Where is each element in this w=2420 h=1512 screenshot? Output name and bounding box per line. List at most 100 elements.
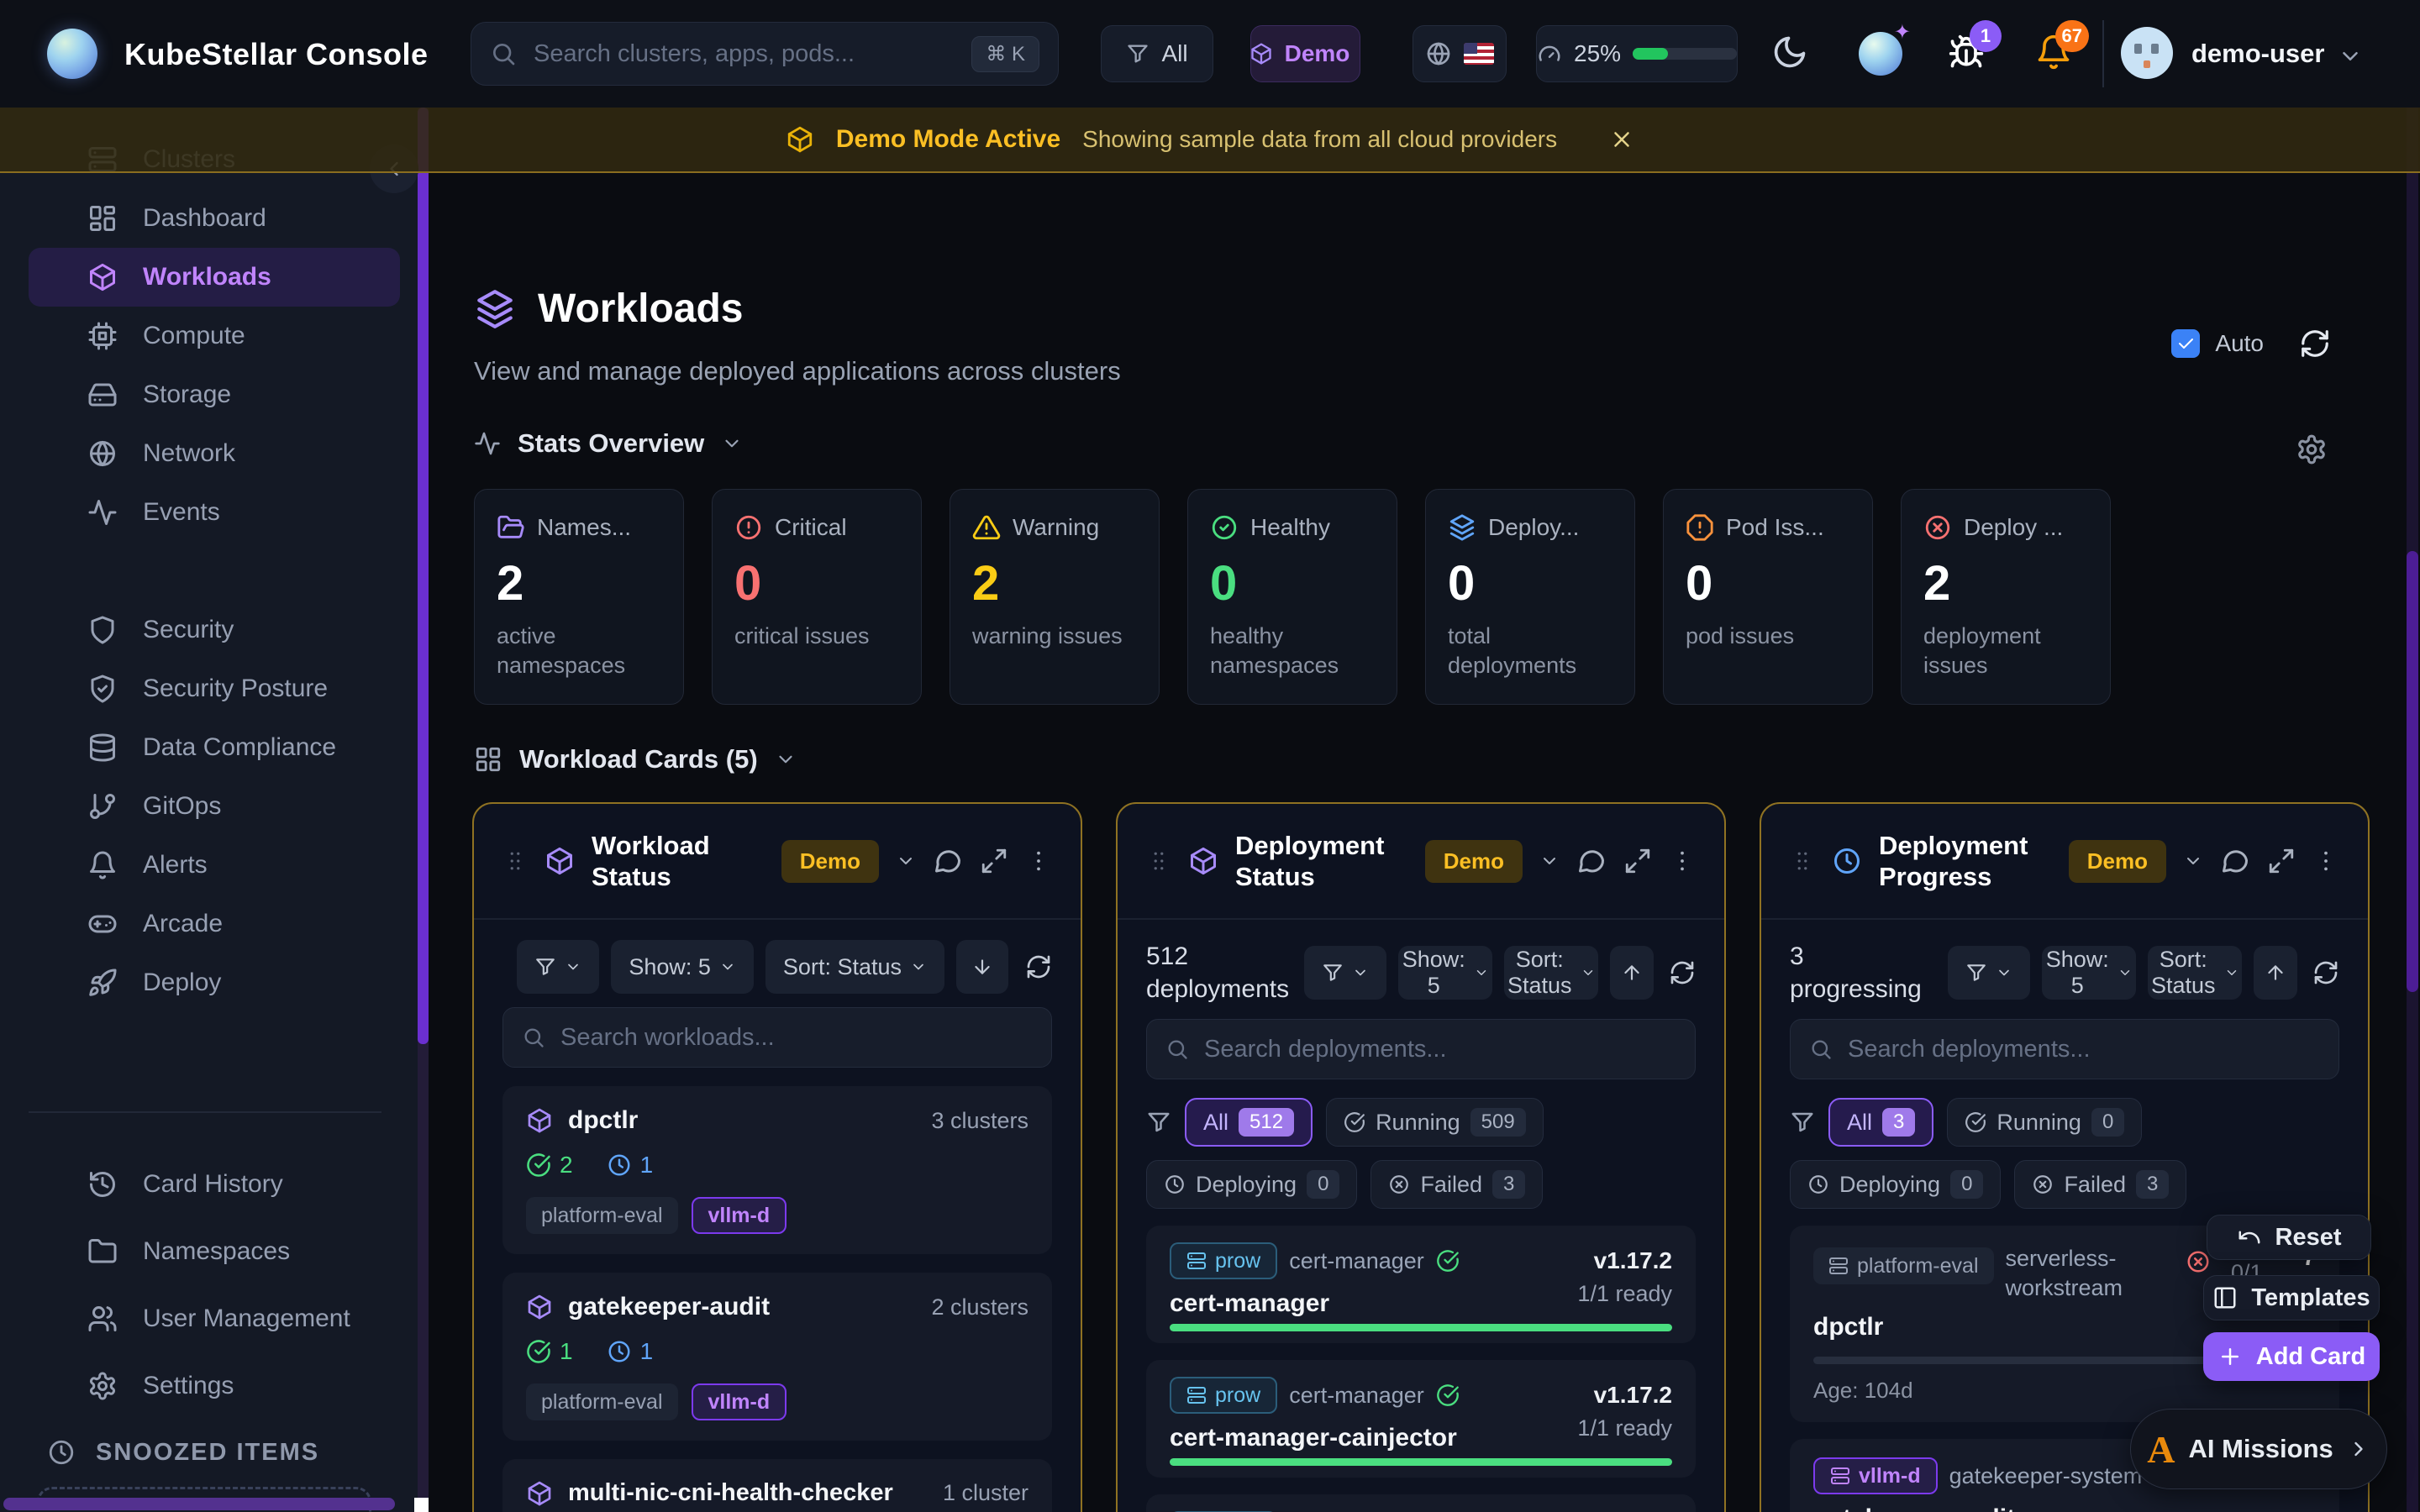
filter-chip-all[interactable]: All3	[1828, 1098, 1933, 1147]
workload-row-gatekeeper-audit[interactable]: gatekeeper-audit 2 clusters 1 1 platform…	[502, 1273, 1052, 1441]
chevron-down-icon[interactable]	[896, 851, 916, 871]
debug-button[interactable]: 1	[1948, 34, 1985, 71]
refresh-button[interactable]	[2299, 328, 2331, 360]
deployment-row-partial[interactable]: prow cert-manager v1.17.2	[1146, 1494, 1696, 1512]
show-dropdown[interactable]: Show: 5	[2042, 946, 2136, 1000]
stat-card-deployment-issues[interactable]: Deploy ... 2 deployment issues	[1901, 489, 2111, 705]
filter-chip-failed[interactable]: Failed3	[1370, 1160, 1543, 1209]
chevron-down-icon[interactable]	[2183, 851, 2203, 871]
card-demo-badge[interactable]: Demo	[1425, 840, 1523, 883]
card-menu-button[interactable]	[1025, 848, 1052, 874]
expand-button[interactable]	[2267, 847, 2296, 875]
templates-button[interactable]: Templates	[2203, 1275, 2380, 1320]
add-card-button[interactable]: Add Card	[2203, 1332, 2380, 1381]
user-avatar[interactable]	[2121, 27, 2173, 79]
stat-card-healthy[interactable]: Healthy 0 healthy namespaces	[1187, 489, 1397, 705]
dark-mode-toggle[interactable]	[1771, 34, 1808, 71]
card-refresh-button[interactable]	[1025, 953, 1052, 980]
ui-zoom-control[interactable]: 25%	[1536, 25, 1738, 82]
card-refresh-button[interactable]	[1669, 959, 1696, 986]
stat-card-critical[interactable]: Critical 0 critical issues	[712, 489, 922, 705]
sidebar-item-security-posture[interactable]: Security Posture	[29, 659, 400, 718]
sidebar-item-gitops[interactable]: GitOps	[29, 777, 400, 836]
sort-direction-button[interactable]	[1610, 946, 1654, 1000]
global-search-input[interactable]: Search clusters, apps, pods... ⌘ K	[471, 22, 1059, 86]
filter-dropdown[interactable]	[1304, 946, 1386, 1000]
banner-close-button[interactable]	[1609, 127, 1634, 152]
sidebar-scrollbar[interactable]	[418, 108, 429, 1512]
filter-dropdown[interactable]	[1948, 946, 2030, 1000]
stats-overview-toggle[interactable]: Stats Overview	[474, 428, 743, 459]
sidebar-item-compute[interactable]: Compute	[29, 307, 400, 365]
reset-button[interactable]: Reset	[2207, 1215, 2371, 1260]
tag-chip[interactable]: vllm-d	[692, 1197, 787, 1234]
sidebar-item-dashboard[interactable]: Dashboard	[29, 189, 400, 248]
stat-card-pod-issues[interactable]: Pod Iss... 0 pod issues	[1663, 489, 1873, 705]
filter-chip-all[interactable]: All512	[1185, 1098, 1313, 1147]
stat-card-warning[interactable]: Warning 2 warning issues	[950, 489, 1160, 705]
ai-missions-button[interactable]: A AI Missions	[2130, 1409, 2387, 1489]
comments-button[interactable]	[2220, 846, 2250, 876]
filter-chip-failed[interactable]: Failed3	[2014, 1160, 2186, 1209]
show-dropdown[interactable]: Show: 5	[1398, 946, 1492, 1000]
filter-chip-running[interactable]: Running0	[1947, 1098, 2142, 1147]
drag-handle-icon[interactable]	[1146, 848, 1171, 874]
sidebar-item-arcade[interactable]: Arcade	[29, 895, 400, 953]
card-demo-badge[interactable]: Demo	[781, 840, 879, 883]
sidebar-item-events[interactable]: Events	[29, 483, 400, 542]
language-button[interactable]	[1413, 25, 1507, 82]
sidebar-item-storage[interactable]: Storage	[29, 365, 400, 424]
chevron-down-icon[interactable]	[1539, 851, 1560, 871]
stat-card-namespaces[interactable]: Names... 2 active namespaces	[474, 489, 684, 705]
comments-button[interactable]	[933, 846, 963, 876]
filter-chip-deploying[interactable]: Deploying0	[1146, 1160, 1357, 1209]
expand-button[interactable]	[980, 847, 1008, 875]
card-demo-badge[interactable]: Demo	[2069, 840, 2166, 883]
sort-dropdown[interactable]: Sort: Status	[765, 940, 944, 994]
notifications-button[interactable]: 67	[2035, 34, 2072, 71]
card-menu-button[interactable]	[1669, 848, 1696, 874]
stat-card-deployments[interactable]: Deploy... 0 total deployments	[1425, 489, 1635, 705]
sidebar-item-workloads[interactable]: Workloads	[29, 248, 400, 307]
card-menu-button[interactable]	[2312, 848, 2339, 874]
drag-handle-icon[interactable]	[502, 848, 528, 874]
snoozed-items-header[interactable]: SNOOZED ITEMS	[47, 1438, 319, 1467]
filter-all-button[interactable]: All	[1101, 25, 1213, 82]
tag-chip[interactable]: vllm-d	[692, 1383, 787, 1420]
demo-mode-button[interactable]: Demo	[1250, 25, 1360, 82]
assistant-orb-button[interactable]	[1859, 32, 1902, 76]
show-dropdown[interactable]: Show: 5	[611, 940, 754, 994]
workload-search-input[interactable]: Search workloads...	[502, 1007, 1052, 1068]
filter-dropdown[interactable]	[517, 940, 599, 994]
sort-dropdown[interactable]: Sort: Status	[1504, 946, 1598, 1000]
card-refresh-button[interactable]	[2312, 959, 2339, 986]
deployment-search-input[interactable]: Search deployments...	[1146, 1019, 1696, 1079]
deployment-row-cert-manager[interactable]: prow cert-manager v1.17.2 cert-manager 1…	[1146, 1226, 1696, 1343]
filter-chip-deploying[interactable]: Deploying0	[1790, 1160, 2001, 1209]
drag-handle-icon[interactable]	[1790, 848, 1815, 874]
sidebar-item-namespaces[interactable]: Namespaces	[29, 1218, 400, 1285]
filter-chip-running[interactable]: Running509	[1326, 1098, 1544, 1147]
tag-chip[interactable]: platform-eval	[526, 1383, 678, 1420]
sidebar-item-settings[interactable]: Settings	[29, 1352, 400, 1420]
sidebar-item-deploy[interactable]: Deploy	[29, 953, 400, 1012]
sidebar-item-card-history[interactable]: Card History	[29, 1151, 400, 1218]
sidebar-item-data-compliance[interactable]: Data Compliance	[29, 718, 400, 777]
user-menu-chevron-icon[interactable]	[2338, 44, 2363, 69]
stats-settings-button[interactable]	[2296, 433, 2328, 465]
deployment-row-cainjector[interactable]: prow cert-manager v1.17.2 cert-manager-c…	[1146, 1360, 1696, 1478]
workload-cards-toggle[interactable]: Workload Cards (5)	[474, 744, 797, 774]
workload-row-dpctlr[interactable]: dpctlr 3 clusters 2 1 platform-eval vllm…	[502, 1086, 1052, 1254]
zoom-slider[interactable]	[1633, 48, 1737, 60]
page-scrollbar[interactable]	[2407, 108, 2418, 1512]
deployment-search-input[interactable]: Search deployments...	[1790, 1019, 2339, 1079]
sort-direction-button[interactable]	[2254, 946, 2297, 1000]
expand-button[interactable]	[1623, 847, 1652, 875]
sidebar-hscrollbar[interactable]	[3, 1498, 395, 1510]
sidebar-item-user-management[interactable]: User Management	[29, 1285, 400, 1352]
sort-dropdown[interactable]: Sort: Status	[2148, 946, 2242, 1000]
sidebar-item-network[interactable]: Network	[29, 424, 400, 483]
tag-chip[interactable]: platform-eval	[526, 1197, 678, 1234]
sort-direction-button[interactable]	[956, 940, 1008, 994]
sidebar-item-security[interactable]: Security	[29, 601, 400, 659]
